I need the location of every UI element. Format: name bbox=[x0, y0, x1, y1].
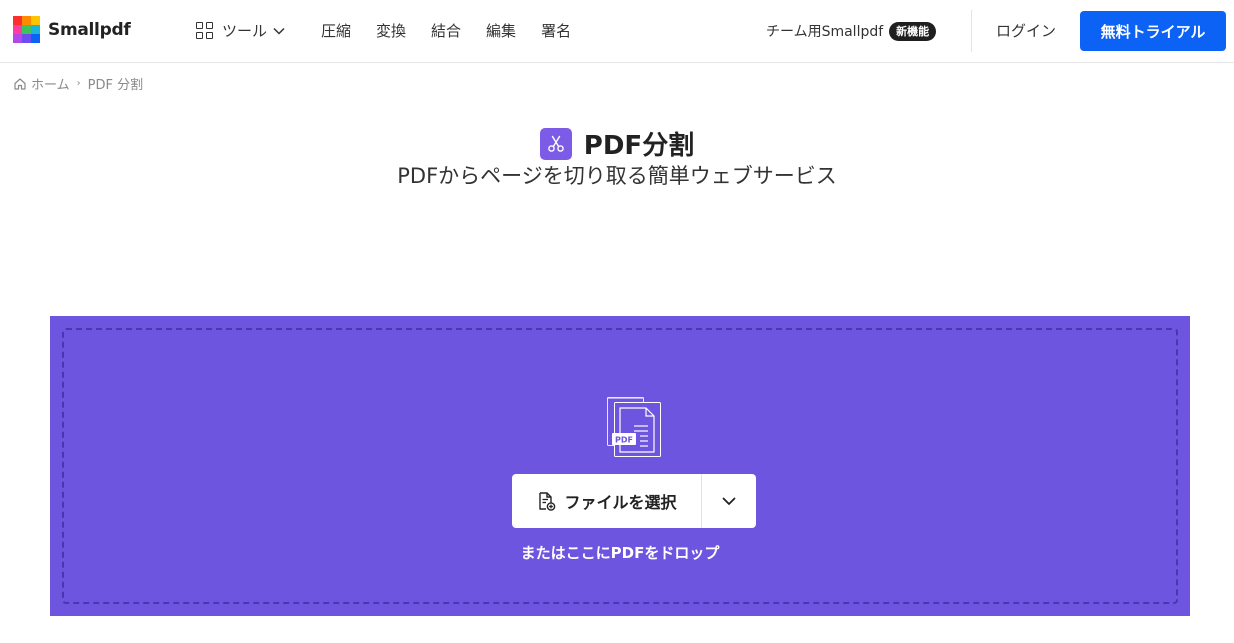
nav-sign[interactable]: 署名 bbox=[541, 20, 571, 41]
login-link[interactable]: ログイン bbox=[996, 20, 1056, 41]
choose-file-button[interactable]: ファイルを選択 bbox=[512, 474, 702, 528]
nav-convert[interactable]: 変換 bbox=[376, 20, 406, 41]
tools-menu-button[interactable]: ツール bbox=[196, 20, 285, 41]
breadcrumb-current: PDF 分割 bbox=[87, 78, 144, 93]
nav-compress[interactable]: 圧縮 bbox=[321, 20, 351, 41]
smallpdf-logo-icon bbox=[13, 16, 40, 43]
file-dropzone[interactable]: PDF ファイルを選択 またはここにPDFをドロップ bbox=[50, 316, 1190, 616]
file-source-dropdown[interactable] bbox=[702, 474, 756, 528]
pdf-files-icon: PDF bbox=[607, 397, 661, 457]
title-row: PDF分割 bbox=[0, 125, 1234, 162]
tools-label: ツール bbox=[222, 22, 268, 40]
chevron-right-icon: › bbox=[76, 78, 81, 89]
page-subtitle: PDFからページを切り取る簡単ウェブサービス bbox=[397, 164, 837, 188]
header-divider bbox=[971, 10, 972, 52]
brand-name: Smallpdf bbox=[48, 19, 131, 40]
grid-icon bbox=[196, 22, 213, 39]
page-title: PDF分割 bbox=[583, 131, 695, 161]
pdf-label: PDF bbox=[615, 436, 633, 445]
new-badge: 新機能 bbox=[889, 21, 937, 41]
free-trial-button[interactable]: 無料トライアル bbox=[1080, 11, 1226, 51]
file-select-group: ファイルを選択 bbox=[512, 474, 756, 528]
team-link[interactable]: チーム用Smallpdf 新機能 bbox=[766, 21, 937, 41]
breadcrumb-home[interactable]: ホーム bbox=[31, 74, 70, 93]
chevron-down-icon bbox=[722, 497, 736, 505]
nav-edit[interactable]: 編集 bbox=[486, 20, 516, 41]
chevron-down-icon bbox=[273, 25, 285, 37]
breadcrumb: ホーム › PDF 分割 bbox=[13, 74, 143, 93]
choose-file-label: ファイルを選択 bbox=[564, 493, 677, 512]
home-icon bbox=[14, 77, 26, 90]
team-label: チーム用Smallpdf bbox=[766, 24, 884, 40]
file-add-icon bbox=[539, 492, 556, 511]
scissors-icon bbox=[539, 127, 572, 160]
drop-hint: またはここにPDFをドロップ bbox=[520, 544, 720, 562]
smallpdf-logo[interactable]: Smallpdf bbox=[13, 16, 131, 43]
main-nav: 圧縮 変換 結合 編集 署名 bbox=[321, 20, 596, 41]
top-header: Smallpdf ツール 圧縮 変換 結合 編集 署名 チーム用Smallpdf… bbox=[0, 0, 1234, 63]
nav-merge[interactable]: 結合 bbox=[431, 20, 461, 41]
dropzone-border: PDF ファイルを選択 またはここにPDFをドロップ bbox=[62, 328, 1178, 604]
